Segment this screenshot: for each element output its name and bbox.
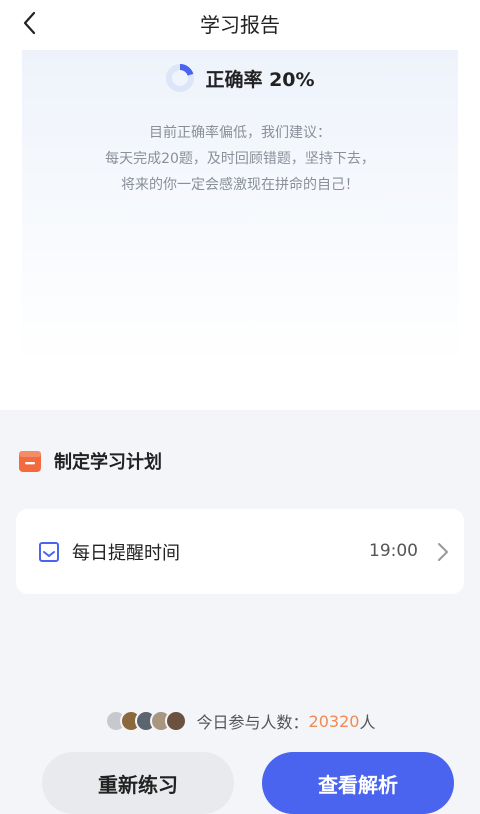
reminder-time: 19:00 [369, 541, 418, 561]
advice-line: 每天完成20题，及时回顾错题，坚持下去， [105, 151, 375, 167]
daily-reminder-item[interactable]: 每日提醒时间 19:00 [16, 509, 464, 594]
participants-text: 今日参与人数： 20320 人 [197, 709, 376, 733]
advice-text: 目前正确率偏低，我们建议： 每天完成20题，及时回顾错题，坚持下去， 将来的你一… [22, 120, 458, 198]
calendar-icon [19, 451, 41, 472]
plan-header: 制定学习计划 [18, 446, 162, 476]
view-analysis-button[interactable]: 查看解析 [262, 752, 454, 814]
accuracy-label: 正确率 20% [205, 68, 315, 91]
accuracy-row: 正确率 20% [22, 60, 458, 96]
avatar [164, 710, 187, 732]
chevron-right-icon [438, 543, 448, 561]
avatar-group [104, 710, 187, 732]
header-bar: 学习报告 [0, 0, 480, 44]
participants-count: 20320 [308, 711, 360, 731]
retry-button[interactable]: 重新练习 [42, 752, 234, 814]
advice-line: 将来的你一定会感激现在拼命的自己！ [121, 177, 359, 193]
page-title: 学习报告 [200, 13, 280, 37]
advice-line: 目前正确率偏低，我们建议： [149, 125, 331, 141]
reminder-label: 每日提醒时间 [72, 543, 180, 564]
report-card: 正确率 20% 目前正确率偏低，我们建议： 每天完成20题，及时回顾错题，坚持下… [22, 50, 458, 366]
plan-title: 制定学习计划 [54, 452, 162, 473]
inbox-icon [39, 542, 59, 562]
accuracy-ring-icon [166, 64, 195, 92]
participants-suffix: 人 [359, 713, 376, 732]
report-section: 正确率 20% 目前正确率偏低，我们建议： 每天完成20题，及时回顾错题，坚持下… [0, 44, 480, 410]
participants-row: 今日参与人数： 20320 人 [0, 706, 480, 736]
participants-prefix: 今日参与人数： [196, 713, 309, 732]
